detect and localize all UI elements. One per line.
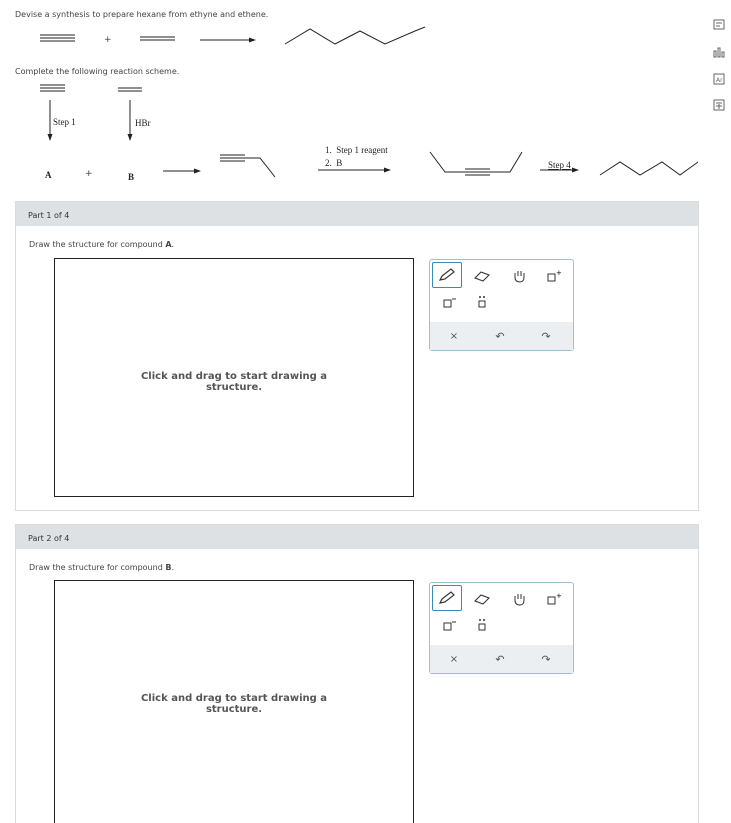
- part-1-header: Part 1 of 4: [16, 202, 698, 226]
- calculator-icon[interactable]: [712, 98, 726, 112]
- step1-label: Step 1: [53, 117, 76, 127]
- canvas-hint-a: Click and drag to start drawing a struct…: [140, 371, 328, 393]
- conditions-line-2: 2. B: [325, 158, 343, 168]
- charge-minus-icon[interactable]: [438, 292, 462, 312]
- part-2-header: Part 2 of 4: [16, 525, 698, 549]
- svg-text:+: +: [556, 269, 562, 277]
- hbr-label: HBr: [135, 118, 151, 128]
- step4-label: Step 4: [548, 160, 571, 170]
- clear-x-icon[interactable]: ×: [444, 649, 464, 669]
- pencil-icon[interactable]: [432, 585, 462, 611]
- plus-sign: +: [104, 35, 112, 45]
- plus-sign-2: +: [85, 169, 93, 179]
- toolbox-b-actions: × ↶ ↷: [430, 645, 573, 673]
- overview-scheme: [40, 26, 426, 45]
- lone-pair-icon[interactable]: [470, 615, 494, 635]
- toolbox-a-actions: × ↶ ↷: [430, 322, 573, 350]
- charge-minus-icon[interactable]: [438, 615, 462, 635]
- svg-text:Ar: Ar: [716, 77, 723, 84]
- canvas-hint-b: Click and drag to start drawing a struct…: [140, 693, 328, 715]
- toolbox-b: + × ↶ ↷: [429, 582, 574, 674]
- periodic-table-icon[interactable]: Ar: [712, 72, 726, 86]
- undo-icon[interactable]: ↶: [490, 326, 510, 346]
- notes-icon[interactable]: [712, 18, 726, 32]
- part-1-question: Draw the structure for compound A.: [29, 240, 175, 249]
- hand-pan-icon[interactable]: [507, 266, 531, 286]
- charge-plus-icon[interactable]: +: [542, 589, 566, 609]
- svg-text:+: +: [556, 592, 562, 600]
- instruction-text: Complete the following reaction scheme.: [15, 67, 180, 76]
- pencil-icon[interactable]: [432, 262, 462, 288]
- redo-icon[interactable]: ↷: [536, 649, 556, 669]
- eraser-icon[interactable]: [470, 266, 494, 286]
- compound-a-label: A: [45, 170, 52, 180]
- hand-pan-icon[interactable]: [507, 589, 531, 609]
- part-1-panel: Part 1 of 4 Draw the structure for compo…: [15, 201, 699, 511]
- redo-icon[interactable]: ↷: [536, 326, 556, 346]
- drawing-canvas-b[interactable]: Click and drag to start drawing a struct…: [54, 580, 414, 823]
- charge-plus-icon[interactable]: +: [542, 266, 566, 286]
- data-chart-icon[interactable]: [712, 45, 726, 59]
- part-2-question: Draw the structure for compound B.: [29, 563, 174, 572]
- clear-x-icon[interactable]: ×: [444, 326, 464, 346]
- eraser-icon[interactable]: [470, 589, 494, 609]
- drawing-canvas-a[interactable]: Click and drag to start drawing a struct…: [54, 258, 414, 497]
- lone-pair-icon[interactable]: [470, 292, 494, 312]
- conditions-line-1: 1. Step 1 reagent: [325, 145, 388, 155]
- prompt-text: Devise a synthesis to prepare hexane fro…: [15, 10, 269, 19]
- compound-b-label: B: [128, 172, 135, 182]
- toolbox-a: + × ↶ ↷: [429, 259, 574, 351]
- part-2-panel: Part 2 of 4 Draw the structure for compo…: [15, 524, 699, 823]
- undo-icon[interactable]: ↶: [490, 649, 510, 669]
